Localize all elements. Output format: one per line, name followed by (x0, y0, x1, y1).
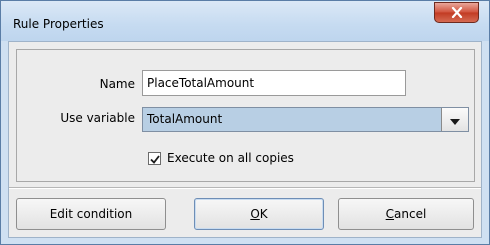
name-label: Name (99, 77, 135, 91)
cancel-label-rest: ancel (394, 207, 427, 221)
chevron-down-icon (450, 110, 460, 129)
properties-group: Name Use variable TotalAmount (16, 49, 475, 182)
separator-highlight (9, 188, 481, 189)
name-field[interactable] (142, 70, 406, 96)
use-variable-dropdown[interactable]: TotalAmount (142, 107, 469, 132)
use-variable-label: Use variable (60, 111, 135, 125)
use-variable-selected-value: TotalAmount (147, 112, 223, 126)
close-icon (451, 7, 463, 18)
dialog-content: Name Use variable TotalAmount (8, 41, 482, 238)
rule-properties-dialog: Rule Properties Name Use variable TotalA… (0, 0, 490, 245)
cancel-mnemonic: C (385, 207, 395, 221)
ok-button[interactable]: OK (194, 198, 324, 230)
window-title: Rule Properties (13, 17, 104, 31)
execute-on-all-copies-label: Execute on all copies (167, 151, 294, 165)
dropdown-arrow-button[interactable] (441, 108, 468, 131)
ok-label-rest: K (259, 207, 268, 221)
execute-on-all-copies-option[interactable]: Execute on all copies (148, 149, 294, 167)
close-button[interactable] (434, 2, 479, 23)
ok-mnemonic: O (250, 207, 260, 221)
edit-condition-button[interactable]: Edit condition (16, 198, 166, 230)
cancel-button[interactable]: Cancel (338, 198, 474, 230)
execute-on-all-copies-checkbox[interactable] (148, 149, 161, 168)
checkmark-icon (149, 149, 160, 168)
title-bar[interactable]: Rule Properties (1, 1, 489, 41)
